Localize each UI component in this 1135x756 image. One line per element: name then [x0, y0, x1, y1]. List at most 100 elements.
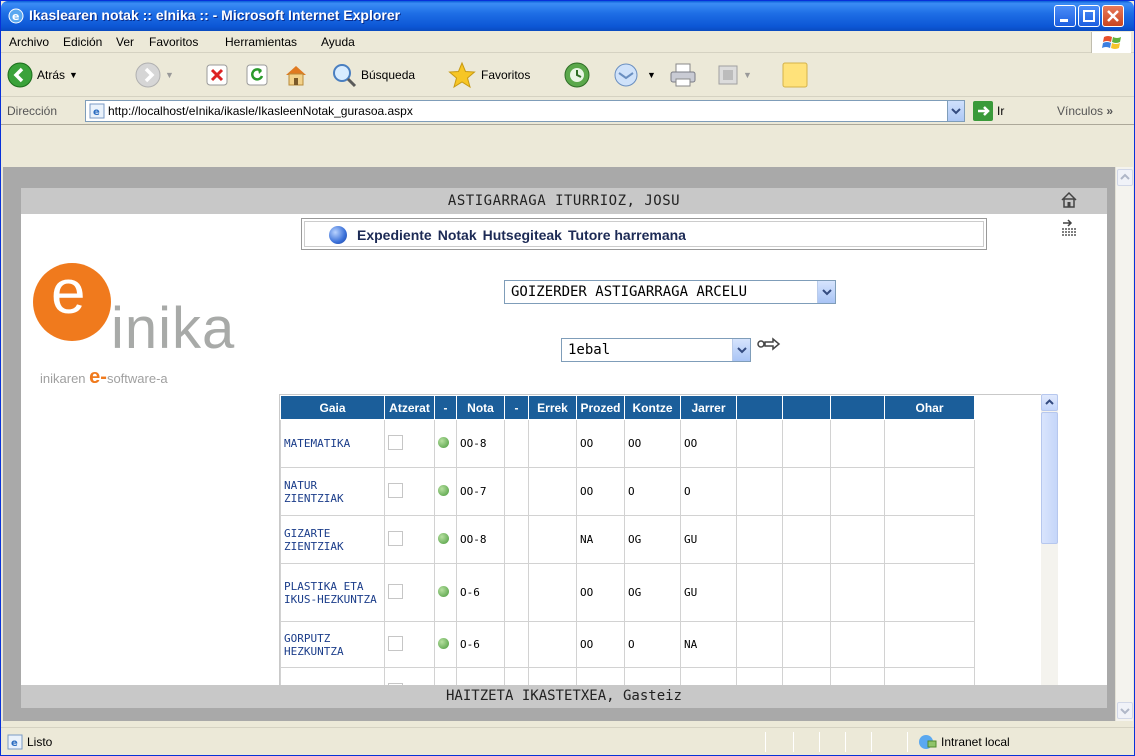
nav-tutore-harremana[interactable]: Tutore harremana	[568, 227, 686, 243]
page-scroll-down-button[interactable]	[1117, 702, 1133, 719]
chevron-up-icon	[1045, 399, 1054, 405]
minimize-button[interactable]	[1054, 5, 1076, 27]
menu-ayuda[interactable]: Ayuda	[321, 35, 355, 49]
cell-jarrer: O	[680, 467, 737, 516]
grades-table: Gaia Atzerat - Nota - Errek Prozed Kontz…	[280, 395, 975, 707]
address-label: Dirección	[7, 104, 58, 118]
history-icon	[564, 62, 590, 88]
address-input[interactable]: e http://localhost/eInika/ikasle/Ikaslee…	[85, 100, 965, 122]
security-zone[interactable]: Intranet local	[917, 734, 1010, 750]
intranet-icon	[919, 735, 937, 749]
cell-status	[434, 621, 457, 668]
col-prozed[interactable]: Prozed	[576, 395, 625, 420]
print-button[interactable]	[669, 61, 697, 89]
back-button[interactable]: Atrás ▼	[7, 61, 78, 89]
atzerat-checkbox[interactable]	[388, 583, 403, 599]
discuss-button[interactable]	[781, 61, 809, 89]
note-icon	[782, 62, 808, 88]
cell-gaia[interactable]: GORPUTZ HEZKUNTZA	[280, 621, 385, 668]
cell-kontze: O	[624, 467, 681, 516]
cell-ohar	[884, 419, 975, 468]
cell-dash	[504, 621, 529, 668]
forward-button[interactable]: ▼	[135, 61, 174, 89]
mail-dropdown-icon[interactable]: ▼	[647, 70, 656, 80]
go-button[interactable]: Ir	[973, 101, 1004, 121]
cell-errek	[528, 467, 577, 516]
go-arrow-icon	[973, 101, 993, 121]
address-dropdown-button[interactable]	[947, 101, 964, 121]
cell-gaia[interactable]: NATUR ZIENTZIAK	[280, 467, 385, 516]
col-gaia[interactable]: Gaia	[280, 395, 385, 420]
menu-archivo[interactable]: Archivo	[9, 35, 49, 49]
col-nota[interactable]: Nota	[456, 395, 505, 420]
cell-empty	[782, 621, 831, 668]
chevron-up-icon	[1120, 173, 1130, 180]
forward-arrow-icon	[135, 62, 161, 88]
home-icon[interactable]	[1060, 191, 1078, 209]
back-dropdown-icon[interactable]: ▼	[69, 70, 78, 80]
atzerat-checkbox[interactable]	[388, 434, 403, 450]
status-dot-icon	[438, 585, 449, 597]
grid-scrollbar[interactable]	[1041, 394, 1058, 708]
stop-button[interactable]	[206, 61, 228, 89]
menu-ver[interactable]: Ver	[116, 35, 134, 49]
title-bar[interactable]: e Ikaslearen notak :: eInika :: - Micros…	[1, 1, 1134, 31]
cell-ohar	[884, 467, 975, 516]
status-separator	[871, 732, 872, 752]
show-arrow-icon[interactable]	[757, 336, 781, 352]
page-icon: e	[89, 103, 105, 119]
favorites-label: Favoritos	[481, 68, 531, 82]
parent-select[interactable]: GOIZERDER ASTIGARRAGA ARCELU	[504, 280, 836, 304]
period-select-dropdown[interactable]	[732, 339, 750, 361]
col-ohar[interactable]: Ohar	[884, 395, 975, 420]
windows-logo	[1091, 32, 1131, 53]
grid-scroll-up-button[interactable]	[1041, 394, 1058, 411]
maximize-button[interactable]	[1078, 5, 1100, 27]
cell-dash	[504, 563, 529, 622]
search-button[interactable]: Búsqueda	[331, 61, 415, 89]
page-scrollbar[interactable]	[1115, 167, 1133, 721]
cell-status	[434, 515, 457, 564]
page-scroll-up-button[interactable]	[1117, 169, 1133, 186]
mail-button[interactable]: ▼	[613, 61, 656, 89]
history-button[interactable]	[563, 61, 591, 89]
col-errek[interactable]: Errek	[528, 395, 577, 420]
svg-text:e: e	[11, 738, 18, 749]
table-row: GIZARTE ZIENTZIAK OO-8 NA OG GU	[280, 515, 975, 564]
minimize-icon	[1060, 19, 1068, 22]
favorites-button[interactable]: Favoritos	[447, 61, 530, 89]
col-atzerat[interactable]: Atzerat	[384, 395, 435, 420]
col-jarrer[interactable]: Jarrer	[680, 395, 737, 420]
atzerat-checkbox[interactable]	[388, 635, 403, 651]
atzerat-checkbox[interactable]	[388, 530, 403, 546]
table-row: PLASTIKA ETA IKUS-HEZKUNTZA O-6 OO OG GU	[280, 563, 975, 622]
exit-icon[interactable]	[1060, 219, 1078, 237]
edit-dropdown-icon[interactable]: ▼	[743, 70, 752, 80]
home-button[interactable]	[283, 61, 309, 89]
menu-favoritos[interactable]: Favoritos	[149, 35, 198, 49]
refresh-button[interactable]	[246, 61, 268, 89]
edit-button[interactable]: ▼	[717, 61, 752, 89]
cell-empty	[736, 563, 783, 622]
col-kontze[interactable]: Kontze	[624, 395, 681, 420]
cell-gaia[interactable]: MATEMATIKA	[280, 419, 385, 468]
forward-dropdown-icon[interactable]: ▼	[165, 70, 174, 80]
cell-empty	[830, 563, 885, 622]
nav-hutsegiteak[interactable]: Hutsegiteak	[483, 227, 562, 243]
menu-herramientas[interactable]: Herramientas	[225, 35, 297, 49]
links-label[interactable]: Vínculos »	[1057, 104, 1113, 118]
period-select[interactable]: 1ebal	[561, 338, 751, 362]
nav-notak[interactable]: Notak	[438, 227, 477, 243]
chevron-right-icon: »	[1106, 104, 1114, 118]
parent-select-dropdown[interactable]	[817, 281, 835, 303]
menu-bar: Archivo Edición Ver Favoritos Herramient…	[1, 31, 1134, 53]
nav-expediente[interactable]: Expediente	[357, 227, 432, 243]
grid-scroll-thumb[interactable]	[1041, 412, 1058, 544]
close-button[interactable]	[1102, 5, 1124, 27]
cell-nota: OO-7	[456, 467, 505, 516]
menu-edicion[interactable]: Edición	[63, 35, 102, 49]
cell-gaia[interactable]: PLASTIKA ETA IKUS-HEZKUNTZA	[280, 563, 385, 622]
atzerat-checkbox[interactable]	[388, 482, 403, 498]
einika-logo: e inika inikaren e-software-a	[33, 258, 273, 388]
cell-gaia[interactable]: GIZARTE ZIENTZIAK	[280, 515, 385, 564]
